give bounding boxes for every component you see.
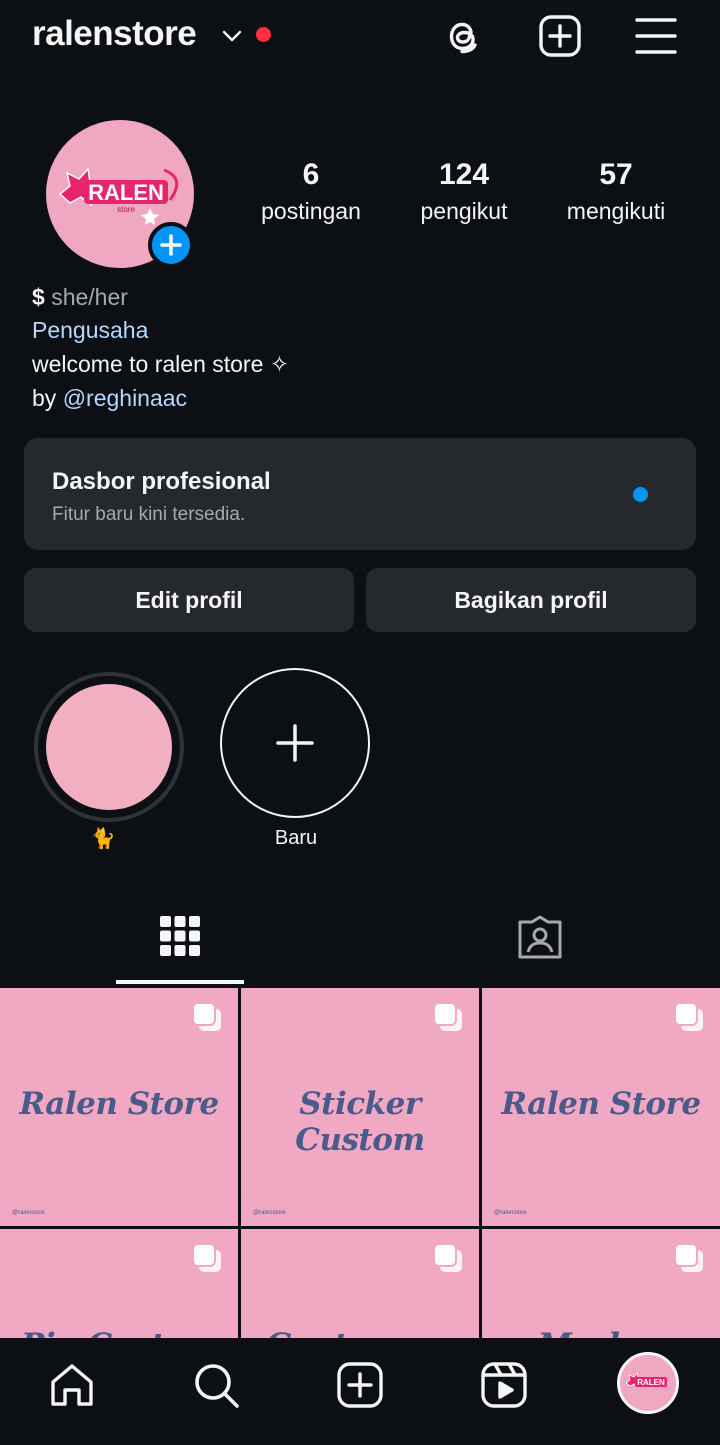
home-icon[interactable] bbox=[47, 1360, 97, 1410]
post-title: Ralen Store bbox=[501, 1086, 701, 1122]
carousel-icon bbox=[433, 1243, 462, 1272]
carousel-icon bbox=[674, 1002, 703, 1031]
plus-icon bbox=[160, 234, 182, 256]
stat-following-label: mengikuti bbox=[566, 198, 666, 224]
carousel-icon bbox=[433, 1002, 462, 1031]
pronouns-symbol: $ bbox=[32, 284, 45, 310]
post-title: Masker bbox=[482, 1327, 720, 1338]
logo-text: RALEN bbox=[88, 180, 164, 205]
stat-followers-label: pengikut bbox=[420, 198, 508, 224]
profile-tabs bbox=[0, 894, 720, 986]
create-icon[interactable] bbox=[335, 1360, 385, 1410]
reels-icon[interactable] bbox=[479, 1360, 529, 1410]
account-username[interactable]: ralenstore bbox=[32, 14, 197, 54]
dashboard-title: Dasbor profesional bbox=[52, 468, 271, 495]
notification-dot bbox=[256, 27, 271, 42]
menu-icon[interactable] bbox=[632, 12, 680, 60]
new-highlight-label: Baru bbox=[274, 827, 318, 849]
new-feature-dot bbox=[633, 487, 648, 502]
plus-icon bbox=[276, 724, 314, 762]
add-post-icon[interactable] bbox=[536, 12, 584, 60]
pronouns-text: she/her bbox=[51, 284, 128, 310]
search-icon[interactable] bbox=[191, 1360, 241, 1410]
dashboard-subtitle: Fitur baru kini tersedia. bbox=[52, 504, 246, 525]
professional-dashboard-card[interactable]: Dasbor profesional Fitur baru kini terse… bbox=[24, 438, 696, 550]
threads-icon[interactable] bbox=[440, 12, 488, 60]
post-title: Ralen Store bbox=[19, 1086, 219, 1122]
share-profile-button[interactable]: Bagikan profil bbox=[366, 568, 696, 632]
tagged-icon[interactable] bbox=[516, 914, 564, 960]
post-tile[interactable]: Sticker Custom @ralenstore bbox=[241, 988, 479, 1226]
add-story-button[interactable] bbox=[148, 222, 194, 268]
post-title: Pin Custom bbox=[0, 1327, 238, 1338]
bio-mention-link[interactable]: @reghinaac bbox=[63, 385, 187, 411]
post-tile[interactable]: Ralen Store @ralenstore bbox=[482, 988, 720, 1226]
bio-by-line: by @reghinaac bbox=[32, 385, 187, 412]
highlight-cover[interactable] bbox=[46, 684, 172, 810]
post-tile[interactable]: Gantungan bbox=[241, 1229, 479, 1338]
logo-text: RALEN bbox=[637, 1378, 665, 1387]
post-handle: @ralenstore bbox=[253, 1210, 286, 1216]
post-tile[interactable]: Pin Custom bbox=[0, 1229, 238, 1338]
active-tab-indicator bbox=[116, 980, 244, 984]
stat-followers[interactable]: 124 pengikut bbox=[389, 158, 539, 225]
stat-following[interactable]: 57 mengikuti bbox=[541, 158, 691, 225]
post-handle: @ralenstore bbox=[494, 1210, 527, 1216]
post-handle: @ralenstore bbox=[12, 1210, 45, 1216]
stat-followers-value: 124 bbox=[438, 158, 490, 191]
pronouns: $ she/her bbox=[32, 284, 128, 311]
carousel-icon bbox=[192, 1243, 221, 1272]
profile-category[interactable]: Pengusaha bbox=[32, 317, 148, 344]
logo-subtext: store bbox=[117, 205, 135, 214]
stat-posts-label: postingan bbox=[261, 198, 361, 224]
top-bar: ralenstore bbox=[0, 0, 720, 80]
bio-text: welcome to ralen store ✧ bbox=[32, 351, 290, 377]
new-highlight-button[interactable] bbox=[220, 668, 370, 818]
carousel-icon bbox=[674, 1243, 703, 1272]
post-tile[interactable]: Ralen Store @ralenstore bbox=[0, 988, 238, 1226]
chevron-down-icon[interactable] bbox=[220, 24, 244, 48]
stat-posts-value: 6 bbox=[302, 158, 320, 191]
profile-nav-avatar[interactable]: RALEN bbox=[617, 1352, 679, 1414]
grid-icon[interactable] bbox=[158, 914, 202, 958]
edit-profile-button[interactable]: Edit profil bbox=[24, 568, 354, 632]
bottom-navigation: RALEN bbox=[0, 1338, 720, 1445]
stat-posts[interactable]: 6 postingan bbox=[236, 158, 386, 225]
post-tile[interactable]: Masker bbox=[482, 1229, 720, 1338]
carousel-icon bbox=[192, 1002, 221, 1031]
bio-by-prefix: by bbox=[32, 385, 57, 411]
stat-following-value: 57 bbox=[599, 158, 633, 191]
posts-grid: Ralen Store @ralenstore Sticker Custom @… bbox=[0, 988, 720, 1338]
brand-logo: RALEN bbox=[625, 1372, 667, 1388]
post-title: Gantungan bbox=[241, 1327, 479, 1338]
highlight-caption: 🐈 bbox=[90, 828, 116, 850]
post-title: Sticker Custom bbox=[295, 1086, 425, 1158]
